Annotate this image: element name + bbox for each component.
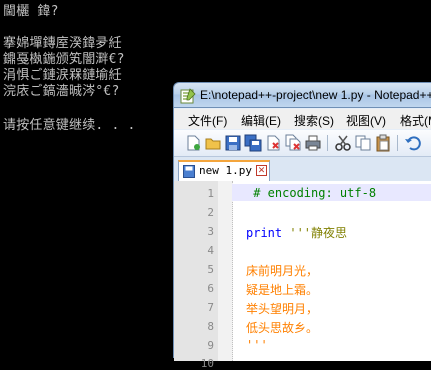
- line-number: 7: [207, 301, 214, 314]
- line-number: 6: [207, 282, 214, 295]
- console-line: 搴婂墠鏄庢湀鍏夛紝: [3, 36, 122, 51]
- window-title: E:\notepad++-project\new 1.py - Notepad+…: [200, 88, 431, 102]
- menu-bar: 文件(F) 编辑(E) 搜索(S) 视图(V) 格式(M): [174, 109, 431, 129]
- code-line-9: ''': [246, 338, 268, 352]
- string-start: '''静夜思: [282, 226, 348, 240]
- menu-file[interactable]: 文件(F): [188, 112, 227, 129]
- fold-margin[interactable]: [218, 181, 233, 361]
- undo-icon[interactable]: [404, 134, 422, 152]
- code-line-7: 举头望明月，: [246, 302, 319, 316]
- save-icon[interactable]: [224, 134, 242, 152]
- file-tab-icon: [183, 165, 195, 178]
- line-number: 4: [207, 244, 214, 257]
- open-file-icon[interactable]: [204, 134, 222, 152]
- console-line: 浣庡ご鎬濇晠涔°€?: [3, 84, 120, 99]
- code-line-8: 低头思故乡。: [246, 321, 319, 335]
- console-line: 閫欐 鍏?: [3, 4, 59, 19]
- console-prompt: 请按任意键继续. . .: [3, 118, 136, 133]
- copy-icon[interactable]: [354, 134, 372, 152]
- line-number: 3: [207, 225, 214, 238]
- console-line: 涓惧ご鏈涙槑鏈堬紝: [3, 68, 122, 83]
- menu-search[interactable]: 搜索(S): [294, 112, 334, 129]
- notepadpp-window[interactable]: E:\notepad++-project\new 1.py - Notepad+…: [173, 82, 431, 370]
- paste-icon[interactable]: [374, 134, 392, 152]
- close-all-icon[interactable]: [284, 134, 302, 152]
- line-number: 2: [207, 206, 214, 219]
- line-number: 10: [200, 357, 214, 370]
- print-icon[interactable]: [304, 134, 322, 152]
- window-titlebar[interactable]: E:\notepad++-project\new 1.py - Notepad+…: [173, 82, 431, 108]
- code-line-3: print '''静夜思: [246, 224, 347, 241]
- line-number: 8: [207, 320, 214, 333]
- line-number: 9: [207, 339, 214, 352]
- tab-label: new 1.py: [199, 164, 252, 177]
- menu-format[interactable]: 格式(M): [400, 112, 431, 129]
- code-line-5: 床前明月光，: [246, 264, 319, 278]
- console-line: 鐤戞槸鍦颁笂闇溿€?: [3, 52, 125, 67]
- toolbar-separator: [327, 135, 328, 151]
- cut-icon[interactable]: [334, 134, 352, 152]
- tab-close-icon[interactable]: ✕: [256, 165, 267, 176]
- menu-edit[interactable]: 编辑(E): [241, 112, 281, 129]
- keyword-print: print: [246, 226, 283, 240]
- line-number: 5: [207, 263, 214, 276]
- save-all-icon[interactable]: [244, 134, 262, 152]
- line-number-gutter: 1 2 3 4 5 6 7 8 9 10: [174, 181, 219, 370]
- code-editor[interactable]: 1 2 3 4 5 6 7 8 9 10 # encoding: utf-8 p…: [174, 181, 431, 370]
- notepadpp-body: 文件(F) 编辑(E) 搜索(S) 视图(V) 格式(M): [173, 108, 431, 370]
- new-file-icon[interactable]: [184, 134, 202, 152]
- code-line-6: 疑是地上霜。: [246, 283, 319, 297]
- toolbar-separator: [397, 135, 398, 151]
- notepadpp-icon[interactable]: [180, 88, 196, 104]
- tab-bar: new 1.py ✕: [174, 157, 431, 181]
- close-icon[interactable]: [264, 134, 282, 152]
- tab-new-1-py[interactable]: new 1.py ✕: [178, 160, 270, 181]
- code-line-1: # encoding: utf-8: [246, 186, 377, 200]
- menu-view[interactable]: 视图(V): [346, 112, 386, 129]
- line-number: 1: [207, 187, 214, 200]
- toolbar: [174, 130, 431, 157]
